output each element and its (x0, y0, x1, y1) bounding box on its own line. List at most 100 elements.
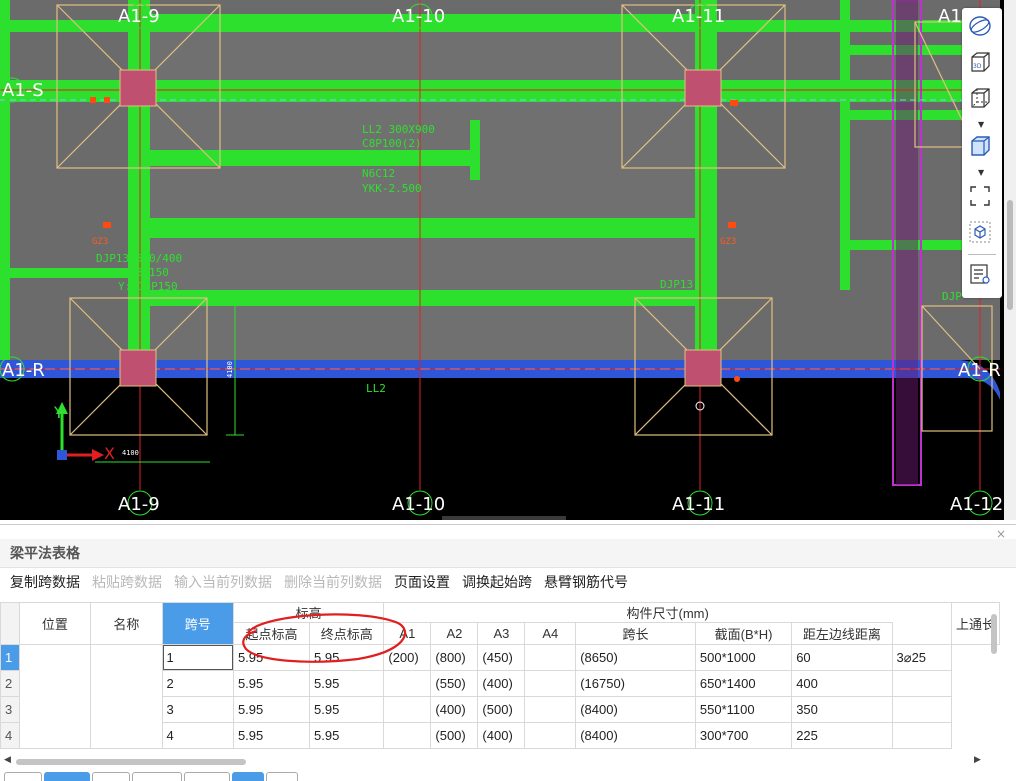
row-index[interactable]: 3 (0, 696, 20, 723)
a3-cell[interactable]: (400) (477, 722, 526, 749)
beam-ll2-label: LL2 (366, 382, 386, 395)
a4-cell[interactable] (524, 644, 577, 671)
a4-cell[interactable] (524, 722, 577, 749)
copy-span-data-button[interactable]: 复制跨数据 (8, 572, 82, 592)
col-header-left-distance[interactable]: 距左边线距离 (791, 622, 893, 645)
dim-4100: 4100 (122, 449, 139, 457)
beam-note-2: C8P100(2) (362, 137, 422, 150)
section-cell[interactable]: 650*1400 (694, 670, 793, 697)
svg-text:3D: 3D (973, 63, 982, 70)
span-cell[interactable]: 1 (161, 644, 234, 671)
top-through-cell[interactable] (891, 722, 952, 749)
top-through-cell[interactable]: 3⌀25 (891, 644, 952, 671)
a3-cell[interactable]: (400) (477, 670, 526, 697)
span-cell[interactable]: 3 (161, 696, 234, 723)
input-column-data-button[interactable]: 输入当前列数据 (172, 572, 274, 592)
a2-cell[interactable]: (400) (430, 696, 479, 723)
scroll-thumb[interactable] (991, 614, 997, 654)
start-elevation-cell[interactable]: 5.95 (232, 670, 311, 697)
scroll-left-icon[interactable]: ◀ (4, 755, 11, 765)
axis-bottom-a1-12: A1-12 (950, 494, 1003, 515)
left-distance-cell[interactable]: 350 (791, 696, 893, 723)
scroll-thumb[interactable] (1007, 200, 1013, 310)
bottom-tab-strip (0, 772, 1016, 781)
panel-splitter-handle[interactable] (442, 516, 566, 520)
position-cell[interactable] (18, 644, 92, 749)
cantilever-rebar-code-button[interactable]: 悬臂钢筋代号 (542, 572, 630, 592)
span-cell[interactable]: 2 (161, 670, 234, 697)
viewport-scrollbar[interactable] (1004, 0, 1016, 520)
paste-span-data-button[interactable]: 粘贴跨数据 (90, 572, 164, 592)
a2-cell[interactable]: (500) (430, 722, 479, 749)
a1-cell[interactable] (383, 670, 432, 697)
cube-3d-icon[interactable]: 3D (968, 50, 996, 78)
top-through-cell[interactable] (891, 670, 952, 697)
chevron-down-icon[interactable]: ▼ (978, 120, 984, 129)
beam-table-panel: × 梁平法表格 复制跨数据 粘贴跨数据 输入当前列数据 删除当前列数据 页面设置… (0, 524, 1016, 781)
beam-note-4: YKK-2.500 (362, 182, 422, 195)
section-cell[interactable]: 550*1100 (694, 696, 793, 723)
section-cell[interactable]: 500*1000 (694, 644, 793, 671)
a4-cell[interactable] (524, 670, 577, 697)
span-length-cell[interactable]: (8650) (575, 644, 696, 671)
wireframe-icon[interactable] (968, 86, 996, 114)
cap-note-right: DJP13 (660, 278, 693, 291)
scroll-thumb[interactable] (16, 759, 246, 765)
col-header-span[interactable]: 跨号 (161, 602, 234, 645)
delete-column-data-button[interactable]: 删除当前列数据 (282, 572, 384, 592)
a1-cell[interactable] (383, 722, 432, 749)
a4-cell[interactable] (524, 696, 577, 723)
col-header-position[interactable]: 位置 (18, 602, 92, 645)
axis-bottom-a1-11: A1-11 (672, 494, 725, 515)
name-cell[interactable] (90, 644, 163, 749)
end-elevation-cell[interactable]: 5.95 (309, 696, 385, 723)
table-row[interactable]: 1 1 5.95 5.95 (200) (800) (450) (8650) 5… (0, 644, 1000, 749)
scroll-right-icon[interactable]: ▶ (974, 755, 981, 765)
start-elevation-cell[interactable]: 5.95 (232, 696, 311, 723)
col-group-size: 构件尺寸(mm) (383, 602, 952, 623)
a3-cell[interactable]: (450) (477, 644, 526, 671)
ucs-x-label: X (104, 444, 115, 463)
section-cell[interactable]: 300*700 (694, 722, 793, 749)
gz-label-right: GZ3 (720, 237, 736, 247)
end-elevation-cell[interactable]: 5.95 (309, 670, 385, 697)
left-distance-cell[interactable]: 60 (791, 644, 893, 671)
end-elevation-cell[interactable]: 5.95 (309, 722, 385, 749)
col-header-a2[interactable]: A2 (430, 622, 479, 645)
row-index[interactable]: 2 (0, 670, 20, 697)
col-header-section[interactable]: 截面(B*H) (694, 622, 793, 645)
corner-cell (0, 602, 20, 645)
cap-note-2: B: XC18P150 (96, 266, 169, 279)
row-index[interactable]: 4 (0, 722, 20, 749)
col-header-span-length[interactable]: 跨长 (575, 622, 696, 645)
ucs-y-label: Y (53, 403, 64, 422)
span-cell[interactable]: 4 (161, 722, 234, 749)
span-length-cell[interactable]: (16750) (575, 670, 696, 697)
properties-icon[interactable] (968, 262, 996, 290)
cad-viewport[interactable]: A1-9 A1-10 A1-11 A1 A1-9 A1-10 A1-11 A1-… (0, 0, 1016, 520)
span-length-cell[interactable]: (8400) (575, 696, 696, 723)
a3-cell[interactable]: (500) (477, 696, 526, 723)
top-through-cell[interactable] (891, 696, 952, 723)
swap-start-span-button[interactable]: 调换起始跨 (460, 572, 534, 592)
span-length-cell[interactable]: (8400) (575, 722, 696, 749)
a2-cell[interactable]: (550) (430, 670, 479, 697)
page-settings-button[interactable]: 页面设置 (392, 572, 452, 592)
a2-cell[interactable]: (800) (430, 644, 479, 671)
axis-top-a1-9: A1-9 (118, 6, 160, 27)
chevron-down-icon[interactable]: ▼ (978, 168, 984, 177)
a1-cell[interactable] (383, 696, 432, 723)
start-elevation-cell[interactable]: 5.95 (232, 722, 311, 749)
col-header-a4[interactable]: A4 (524, 622, 577, 645)
table-horizontal-scrollbar[interactable]: ◀ ▶ (0, 752, 1000, 768)
table-vertical-scrollbar[interactable] (988, 600, 1000, 750)
left-distance-cell[interactable]: 225 (791, 722, 893, 749)
col-header-name[interactable]: 名称 (90, 602, 163, 645)
col-header-a3[interactable]: A3 (477, 622, 526, 645)
view-box-icon[interactable] (968, 220, 996, 248)
row-index[interactable]: 1 (0, 644, 20, 671)
region-select-icon[interactable] (968, 184, 996, 212)
sphere-icon[interactable] (968, 14, 996, 42)
left-distance-cell[interactable]: 400 (791, 670, 893, 697)
solid-cube-icon[interactable] (968, 134, 996, 162)
